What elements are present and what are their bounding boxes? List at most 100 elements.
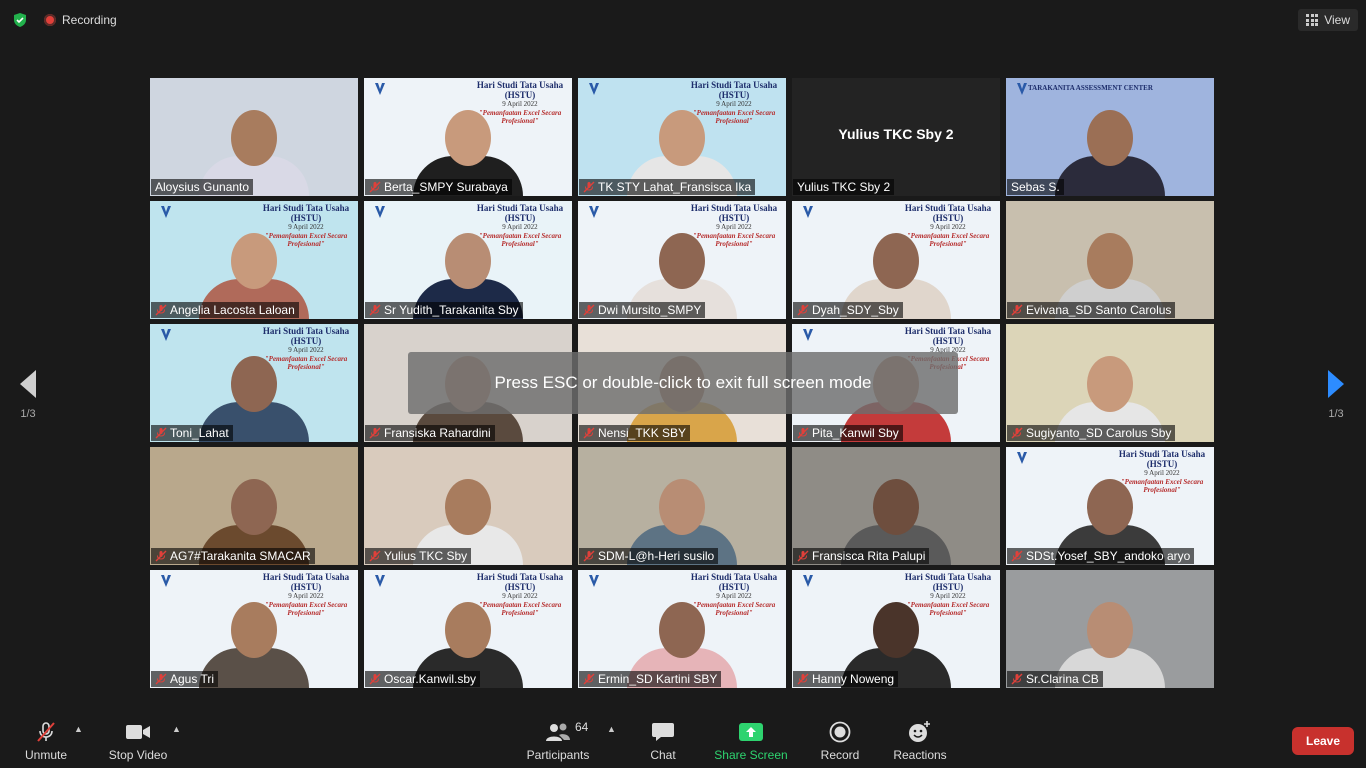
arrow-right-icon: [1324, 368, 1348, 400]
participant-name-label: Fransiska Rahardini: [365, 425, 495, 441]
participant-name-label: Angelia Lacosta Laloan: [151, 302, 299, 318]
school-logo-icon: [802, 205, 814, 219]
participant-name: SDSt.Yosef_SBY_andoko aryo: [1026, 549, 1191, 563]
security-shield-icon[interactable]: [12, 12, 28, 28]
participant-name: Ermin_SD Kartini SBY: [598, 672, 718, 686]
video-tile[interactable]: Sugiyanto_SD Carolus Sby: [1006, 324, 1214, 442]
video-tile[interactable]: SDM-L@h-Heri susilo: [578, 447, 786, 565]
muted-mic-icon: [369, 304, 381, 316]
record-icon: [826, 720, 854, 744]
participants-icon: [544, 720, 572, 744]
reactions-button[interactable]: Reactions: [892, 712, 948, 768]
unmute-label: Unmute: [24, 748, 68, 762]
banner-title: Hari Studi Tata Usaha: [690, 203, 778, 213]
participant-head: [231, 356, 277, 412]
video-tile[interactable]: Hari Studi Tata Usaha(HSTU)9 April 2022"…: [364, 78, 572, 196]
muted-mic-icon: [797, 304, 809, 316]
video-tile[interactable]: Aloysius Gunanto: [150, 78, 358, 196]
video-tile[interactable]: Hari Studi Tata Usaha(HSTU)9 April 2022"…: [792, 201, 1000, 319]
stop-video-label: Stop Video: [108, 748, 168, 762]
muted-mic-icon: [369, 427, 381, 439]
participant-video: [1055, 106, 1165, 196]
video-tile[interactable]: Sr.Clarina CB: [1006, 570, 1214, 688]
video-tile[interactable]: Hari Studi Tata Usaha(HSTU)9 April 2022"…: [578, 78, 786, 196]
participants-label: Participants: [526, 748, 590, 762]
school-logo-icon: [160, 574, 172, 588]
video-tile[interactable]: Hari Studi Tata Usaha(HSTU)9 April 2022"…: [150, 324, 358, 442]
participant-name: Yulius TKC Sby: [384, 549, 468, 563]
leave-button[interactable]: Leave: [1292, 727, 1354, 755]
video-camera-icon: [124, 720, 152, 744]
share-screen-icon: [737, 720, 765, 744]
participant-head: [659, 110, 705, 166]
video-tile[interactable]: Hari Studi Tata Usaha(HSTU)9 April 2022"…: [150, 570, 358, 688]
video-tile[interactable]: Hari Studi Tata Usaha(HSTU)9 April 2022"…: [364, 570, 572, 688]
video-tile[interactable]: Hari Studi Tata Usaha(HSTU)9 April 2022"…: [578, 570, 786, 688]
view-label: View: [1324, 13, 1350, 27]
participant-name: Pita_Kanwil Sby: [812, 426, 899, 440]
video-options-caret[interactable]: ▲: [172, 724, 181, 734]
video-tile[interactable]: Fransisca Rita Palupi: [792, 447, 1000, 565]
recording-indicator[interactable]: Recording: [44, 12, 117, 28]
chat-button[interactable]: Chat: [644, 712, 682, 768]
participant-head: [659, 479, 705, 535]
participant-name: Sr.Clarina CB: [1026, 672, 1099, 686]
participant-name-label: Aloysius Gunanto: [151, 179, 254, 195]
school-logo-icon: [374, 82, 386, 96]
next-page-button[interactable]: 1/3: [1316, 368, 1356, 420]
record-label: Record: [820, 748, 860, 762]
recording-label: Recording: [62, 13, 117, 27]
share-screen-button[interactable]: Share Screen: [714, 712, 788, 768]
fullscreen-exit-toast: Press ESC or double-click to exit full s…: [408, 352, 958, 414]
video-tile[interactable]: TARAKANITA ASSESSMENT CENTER Sebas S.: [1006, 78, 1214, 196]
participant-head: [1087, 602, 1133, 658]
muted-mic-icon: [155, 673, 167, 685]
grid-view-icon: [1306, 14, 1319, 26]
participant-head: [1087, 110, 1133, 166]
video-tile[interactable]: AG7#Tarakanita SMACAR: [150, 447, 358, 565]
muted-mic-icon: [583, 181, 595, 193]
video-tile[interactable]: Hari Studi Tata Usaha(HSTU)9 April 2022"…: [578, 201, 786, 319]
video-tile[interactable]: Yulius TKC Sby: [364, 447, 572, 565]
school-logo-icon: [588, 82, 600, 96]
participant-name-label: Berta_SMPY Surabaya: [365, 179, 512, 195]
banner-title: Hari Studi Tata Usaha: [690, 572, 778, 582]
muted-mic-icon: [1011, 673, 1023, 685]
banner-title: Hari Studi Tata Usaha: [1118, 449, 1206, 459]
participant-head: [445, 602, 491, 658]
participant-name: Sebas S.: [1011, 180, 1060, 194]
school-logo-icon: [160, 205, 172, 219]
participants-options-caret[interactable]: ▲: [607, 724, 616, 734]
muted-mic-icon: [1011, 427, 1023, 439]
recording-dot-icon: [44, 14, 56, 26]
participant-name-label: Nensi_TKK SBY: [579, 425, 691, 441]
banner-title: Hari Studi Tata Usaha: [476, 203, 564, 213]
video-tile[interactable]: Evivana_SD Santo Carolus: [1006, 201, 1214, 319]
participant-name: Yulius TKC Sby 2: [797, 180, 891, 194]
page-indicator-left: 1/3: [20, 408, 36, 420]
record-button[interactable]: Record: [818, 712, 862, 768]
participant-head: [231, 110, 277, 166]
meeting-toolbar: Unmute ▲ Stop Video ▲ Participants 64 ▲ …: [0, 712, 1366, 768]
previous-page-button[interactable]: 1/3: [8, 368, 48, 420]
muted-mic-icon: [155, 304, 167, 316]
participant-name: Berta_SMPY Surabaya: [384, 180, 508, 194]
video-tile[interactable]: Hari Studi Tata Usaha(HSTU)9 April 2022"…: [792, 570, 1000, 688]
participant-name-label: Sugiyanto_SD Carolus Sby: [1007, 425, 1176, 441]
banner-title: Hari Studi Tata Usaha: [904, 203, 992, 213]
participant-name: Fransisca Rita Palupi: [812, 549, 926, 563]
view-button[interactable]: View: [1298, 9, 1358, 31]
participant-head: [1087, 479, 1133, 535]
muted-mic-icon: [583, 673, 595, 685]
stop-video-button[interactable]: Stop Video: [106, 712, 170, 768]
reactions-emoji-icon: [906, 720, 934, 744]
participant-name: Toni_Lahat: [170, 426, 229, 440]
chat-label: Chat: [650, 748, 676, 762]
video-tile[interactable]: Hari Studi Tata Usaha(HSTU)9 April 2022"…: [150, 201, 358, 319]
banner-subtitle: (HSTU): [1146, 459, 1178, 469]
unmute-button[interactable]: Unmute: [22, 712, 70, 768]
video-tile[interactable]: Hari Studi Tata Usaha(HSTU)9 April 2022"…: [364, 201, 572, 319]
video-tile[interactable]: Hari Studi Tata Usaha(HSTU)9 April 2022"…: [1006, 447, 1214, 565]
audio-options-caret[interactable]: ▲: [74, 724, 83, 734]
video-tile[interactable]: Yulius TKC Sby 2 Yulius TKC Sby 2: [792, 78, 1000, 196]
